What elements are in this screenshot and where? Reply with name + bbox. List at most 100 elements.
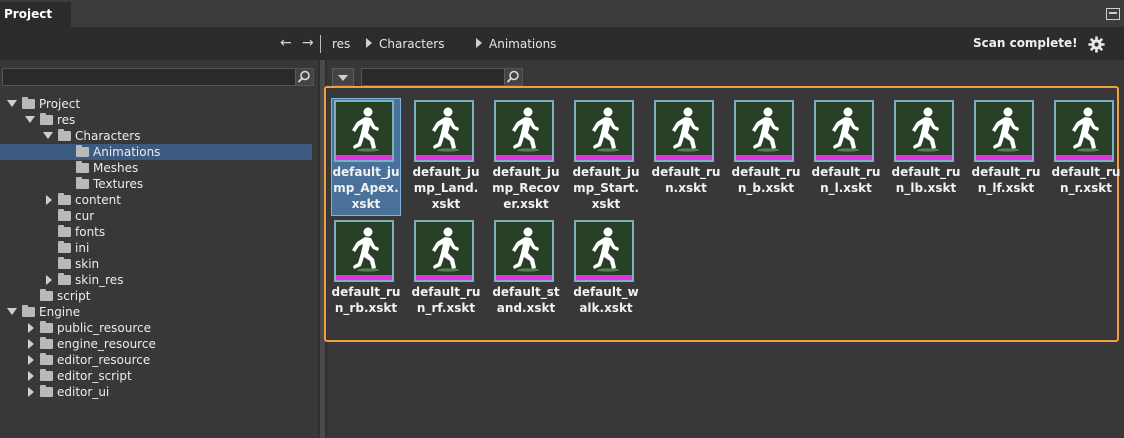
asset-type-bar (896, 155, 952, 160)
expand-closed-icon[interactable] (28, 339, 34, 349)
tree-item-label: editor_resource (57, 353, 151, 367)
folder-icon (40, 321, 53, 333)
file-item[interactable]: default_stand.xskt (490, 218, 562, 342)
tree-item-characters[interactable]: Characters (0, 128, 312, 144)
folder-icon (58, 129, 71, 141)
animation-thumbnail (494, 100, 554, 162)
tab-project[interactable]: Project (0, 2, 71, 27)
asset-type-bar (656, 155, 712, 160)
tree-item-editor-resource[interactable]: editor_resource (0, 352, 312, 368)
folder-icon (40, 289, 53, 301)
file-item[interactable]: default_run.xskt (650, 98, 722, 222)
asset-type-bar (576, 275, 632, 280)
tree-item-label: Project (39, 97, 81, 111)
folder-icon (76, 177, 89, 189)
toolbar: ← → res Characters Animations Scan compl… (0, 28, 1124, 60)
asset-type-bar (976, 155, 1032, 160)
expand-closed-icon[interactable] (28, 387, 34, 397)
tree-item-label: res (57, 113, 76, 127)
view-dropdown-button[interactable] (332, 68, 354, 86)
tree-item-skin[interactable]: skin (0, 256, 312, 272)
folder-icon (76, 145, 89, 157)
folder-icon (76, 161, 89, 173)
expand-open-icon[interactable] (7, 100, 17, 107)
expand-open-icon[interactable] (25, 116, 35, 123)
folder-icon (58, 209, 71, 221)
tree-item-project[interactable]: Project (0, 96, 312, 112)
file-item[interactable]: default_run_rb.xskt (330, 218, 402, 342)
tree-item-editor-script[interactable]: editor_script (0, 368, 312, 384)
search-icon[interactable] (295, 69, 313, 85)
animation-thumbnail (734, 100, 794, 162)
folder-icon (40, 385, 53, 397)
file-item[interactable]: default_run_r.xskt (1050, 98, 1122, 222)
tree-item-label: Textures (93, 177, 144, 191)
expand-closed-icon[interactable] (46, 195, 52, 205)
file-item[interactable]: default_run_lf.xskt (970, 98, 1042, 222)
back-arrow-icon[interactable]: ← (280, 36, 292, 50)
file-name: default_jump_Land.xskt (412, 165, 480, 211)
breadcrumb-characters[interactable]: Characters (379, 37, 445, 51)
tree-item-public-resource[interactable]: public_resource (0, 320, 312, 336)
toolbar-separator (320, 35, 321, 53)
tree-search-input[interactable] (2, 68, 314, 86)
breadcrumb-res[interactable]: res (332, 37, 350, 51)
tree-item-cur[interactable]: cur (0, 208, 312, 224)
file-name: default_stand.xskt (492, 285, 560, 315)
file-item[interactable]: default_run_rf.xskt (410, 218, 482, 342)
expand-closed-icon[interactable] (28, 323, 34, 333)
file-item[interactable]: default_run_l.xskt (810, 98, 882, 222)
animation-thumbnail (574, 220, 634, 282)
tree-item-engine[interactable]: Engine (0, 304, 312, 320)
tree-item-res[interactable]: res (0, 112, 312, 128)
tree-item-label: skin (75, 257, 100, 271)
file-grid: default_jump_Apex.xskt default_jump_Land.… (324, 86, 1122, 342)
file-item[interactable]: default_run_lb.xskt (890, 98, 962, 222)
search-icon[interactable] (504, 69, 522, 85)
breadcrumb-animations[interactable]: Animations (489, 37, 556, 51)
window-dock-icon[interactable] (1106, 8, 1120, 20)
file-name: default_run_b.xskt (731, 165, 801, 195)
expand-open-icon[interactable] (43, 132, 53, 139)
expand-closed-icon[interactable] (28, 371, 34, 381)
tree-item-meshes[interactable]: Meshes (0, 160, 312, 176)
tree-item-animations[interactable]: Animations (0, 144, 312, 160)
tree-item-textures[interactable]: Textures (0, 176, 312, 192)
tree-item-label: engine_resource (57, 337, 156, 351)
tree-item-skin-res[interactable]: skin_res (0, 272, 312, 288)
tree-item-ini[interactable]: ini (0, 240, 312, 256)
file-item[interactable]: default_walk.xskt (570, 218, 642, 342)
title-bar: Project (0, 0, 1124, 28)
asset-type-bar (416, 275, 472, 280)
file-name: default_run_l.xskt (811, 165, 881, 195)
expand-closed-icon[interactable] (28, 355, 34, 365)
file-item[interactable]: default_jump_Apex.xskt (330, 98, 402, 222)
tree-item-content[interactable]: content (0, 192, 312, 208)
tree-item-editor-ui[interactable]: editor_ui (0, 384, 312, 400)
forward-arrow-icon[interactable]: → (302, 36, 314, 50)
asset-type-bar (496, 275, 552, 280)
tree-item-fonts[interactable]: fonts (0, 224, 312, 240)
file-name: default_run_r.xskt (1051, 165, 1121, 195)
file-item[interactable]: default_jump_Start.xskt (570, 98, 642, 222)
animation-thumbnail (894, 100, 954, 162)
animation-thumbnail (654, 100, 714, 162)
asset-type-bar (1056, 155, 1112, 160)
folder-icon (58, 193, 71, 205)
file-name: default_jump_Recover.xskt (492, 165, 560, 211)
expand-open-icon[interactable] (7, 308, 17, 315)
file-item[interactable]: default_jump_Land.xskt (410, 98, 482, 222)
asset-type-bar (336, 275, 392, 280)
tree-item-script[interactable]: script (0, 288, 312, 304)
expand-closed-icon[interactable] (46, 275, 52, 285)
file-search-input[interactable] (361, 68, 523, 86)
file-name: default_run_rf.xskt (411, 285, 481, 315)
gear-icon[interactable] (1088, 36, 1105, 53)
file-name: default_jump_Apex.xskt (332, 165, 400, 211)
breadcrumb-chevron-icon (366, 38, 372, 48)
asset-type-bar (416, 155, 472, 160)
file-item[interactable]: default_run_b.xskt (730, 98, 802, 222)
file-name: default_run_rb.xskt (331, 285, 401, 315)
tree-item-engine-resource[interactable]: engine_resource (0, 336, 312, 352)
file-item[interactable]: default_jump_Recover.xskt (490, 98, 562, 222)
